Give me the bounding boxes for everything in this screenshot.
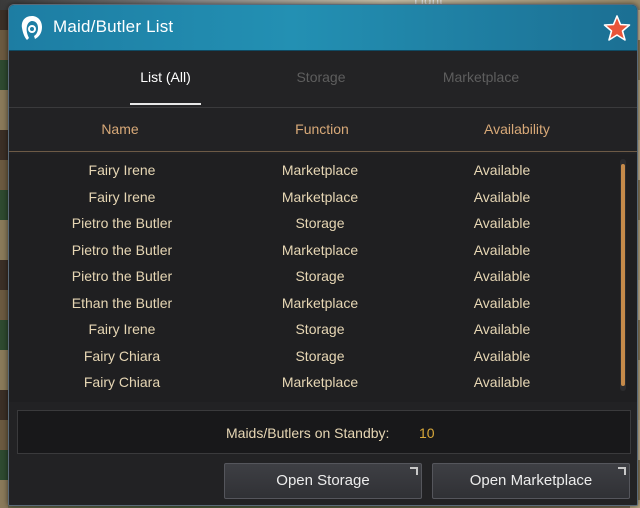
- column-header-function: Function: [295, 121, 349, 137]
- row-function: Storage: [295, 348, 345, 364]
- game-background-left: [0, 0, 8, 508]
- open-storage-button[interactable]: Open Storage: [224, 463, 422, 499]
- row-function: Marketplace: [281, 295, 359, 311]
- row-availability: Available: [473, 374, 531, 390]
- row-function: Storage: [295, 215, 345, 231]
- list-row[interactable]: Fairy Irene Marketplace Available: [9, 184, 619, 210]
- row-name: Pietro the Butler: [71, 268, 173, 284]
- row-availability: Available: [473, 189, 531, 205]
- standby-panel: Maids/Butlers on Standby: 10: [17, 410, 631, 454]
- list-row[interactable]: Pietro the Butler Storage Available: [9, 210, 619, 236]
- window-body: List (All) Storage Marketplace Name Func…: [9, 51, 637, 505]
- row-name: Fairy Chiara: [83, 374, 161, 390]
- corner-arrow-icon: [618, 467, 626, 475]
- row-name: Pietro the Butler: [71, 215, 173, 231]
- tab-storage[interactable]: Storage: [276, 69, 366, 85]
- row-name: Ethan the Butler: [71, 295, 173, 311]
- maid-list: Fairy Irene Marketplace Available Fairy …: [9, 154, 637, 402]
- row-function: Marketplace: [281, 162, 359, 178]
- standby-label: Maids/Butlers on Standby:: [226, 425, 390, 441]
- row-availability: Available: [473, 242, 531, 258]
- list-row[interactable]: Fairy Irene Marketplace Available: [9, 157, 619, 183]
- header-divider: [9, 151, 637, 152]
- column-header-name: Name: [101, 121, 139, 137]
- tab-list-all[interactable]: List (All): [130, 69, 201, 85]
- row-availability: Available: [473, 295, 531, 311]
- row-availability: Available: [473, 268, 531, 284]
- star-close-icon[interactable]: [603, 14, 631, 42]
- row-name: Fairy Irene: [88, 162, 156, 178]
- row-function: Marketplace: [281, 189, 359, 205]
- row-availability: Available: [473, 321, 531, 337]
- title-bar[interactable]: Maid/Butler List: [9, 5, 637, 51]
- row-name: Fairy Irene: [88, 189, 156, 205]
- corner-arrow-icon: [410, 467, 418, 475]
- maid-butler-window: Maid/Butler List List (All) Storage Mark…: [8, 4, 638, 506]
- list-row[interactable]: Fairy Irene Storage Available: [9, 316, 619, 342]
- list-row[interactable]: Pietro the Butler Storage Available: [9, 263, 619, 289]
- open-storage-label: Open Storage: [276, 472, 370, 489]
- row-function: Storage: [295, 268, 345, 284]
- list-row[interactable]: Fairy Chiara Marketplace Available: [9, 369, 619, 395]
- row-function: Storage: [295, 321, 345, 337]
- open-marketplace-label: Open Marketplace: [469, 472, 593, 489]
- standby-count: 10: [419, 425, 435, 441]
- list-row[interactable]: Ethan the Butler Marketplace Available: [9, 290, 619, 316]
- row-name: Fairy Irene: [88, 321, 156, 337]
- row-function: Marketplace: [281, 242, 359, 258]
- list-row[interactable]: Pietro the Butler Marketplace Available: [9, 237, 619, 263]
- active-tab-indicator: [130, 103, 201, 105]
- open-marketplace-button[interactable]: Open Marketplace: [432, 463, 630, 499]
- row-function: Marketplace: [281, 374, 359, 390]
- column-header-availability: Availability: [484, 121, 550, 137]
- row-availability: Available: [473, 215, 531, 231]
- row-availability: Available: [473, 348, 531, 364]
- row-availability: Available: [473, 162, 531, 178]
- tab-bar: List (All) Storage Marketplace: [9, 51, 637, 107]
- row-name: Fairy Chiara: [83, 348, 161, 364]
- row-name: Pietro the Butler: [71, 242, 173, 258]
- scrollbar-thumb[interactable]: [621, 164, 625, 386]
- tab-marketplace[interactable]: Marketplace: [426, 69, 536, 85]
- maid-head-icon: [21, 16, 42, 40]
- tabs-divider: [9, 107, 637, 108]
- window-title: Maid/Butler List: [53, 17, 174, 36]
- list-row[interactable]: Fairy Chiara Storage Available: [9, 343, 619, 369]
